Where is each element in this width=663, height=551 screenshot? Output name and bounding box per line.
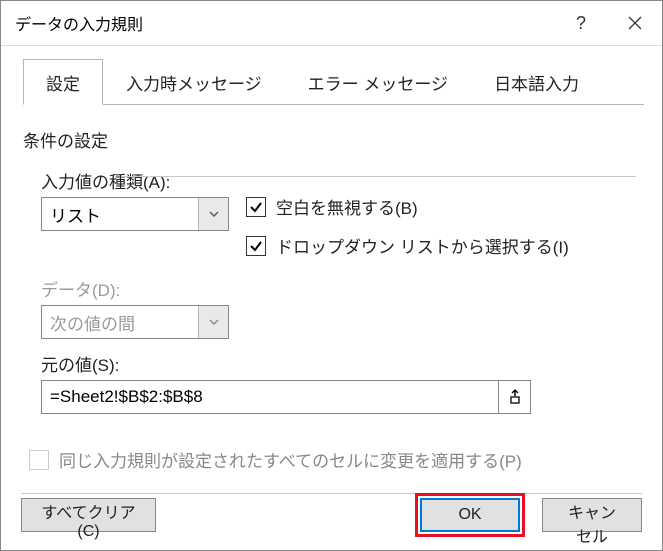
data-validation-dialog: データの入力規則 ? 設定 入力時メッセージ エラー メッセージ 日本語入力 条… <box>0 0 663 551</box>
criteria-group-label: 条件の設定 <box>23 127 644 152</box>
content-area: 設定 入力時メッセージ エラー メッセージ 日本語入力 条件の設定 入力値の種類… <box>1 46 662 550</box>
source-input[interactable] <box>41 380 499 414</box>
clear-all-button[interactable]: すべてクリア(C) <box>21 498 156 532</box>
help-button[interactable]: ? <box>554 1 608 45</box>
button-bar: すべてクリア(C) OK キャンセル <box>1 492 662 550</box>
tab-ime-mode[interactable]: 日本語入力 <box>471 59 602 105</box>
allow-combo[interactable]: リスト <box>41 197 229 231</box>
allow-label: 入力値の種類(A): <box>41 168 246 193</box>
help-icon: ? <box>576 13 586 34</box>
ok-button[interactable]: OK <box>420 498 520 532</box>
incell-dropdown-label: ドロップダウン リストから選択する(I) <box>276 233 569 258</box>
range-picker-button[interactable] <box>499 380 531 414</box>
chevron-down-icon <box>209 211 219 217</box>
allow-combo-value: リスト <box>42 202 198 227</box>
data-combo-button <box>198 306 228 338</box>
check-icon <box>246 197 266 217</box>
titlebar: データの入力規則 ? <box>1 1 662 46</box>
collapse-dialog-icon <box>508 389 522 405</box>
ignore-blank-checkbox[interactable]: 空白を無視する(B) <box>246 194 569 219</box>
tab-strip: 設定 入力時メッセージ エラー メッセージ 日本語入力 <box>23 58 644 105</box>
tab-input-message[interactable]: 入力時メッセージ <box>103 59 285 105</box>
data-label: データ(D): <box>41 276 640 301</box>
check-icon <box>246 236 266 256</box>
cancel-button[interactable]: キャンセル <box>542 498 642 532</box>
close-icon <box>628 16 642 30</box>
checkbox-icon <box>29 450 49 470</box>
window-title: データの入力規則 <box>15 11 554 35</box>
close-button[interactable] <box>608 1 662 45</box>
criteria-group-line <box>121 176 636 177</box>
chevron-down-icon <box>209 319 219 325</box>
tab-error-alert[interactable]: エラー メッセージ <box>285 59 471 105</box>
tab-settings[interactable]: 設定 <box>23 59 103 105</box>
data-combo: 次の値の間 <box>41 305 229 339</box>
data-combo-value: 次の値の間 <box>42 310 198 335</box>
apply-all-label: 同じ入力規則が設定されたすべてのセルに変更を適用する(P) <box>59 447 522 472</box>
incell-dropdown-checkbox[interactable]: ドロップダウン リストから選択する(I) <box>246 233 569 258</box>
allow-combo-button[interactable] <box>198 198 228 230</box>
source-label: 元の値(S): <box>41 351 640 376</box>
ignore-blank-label: 空白を無視する(B) <box>276 194 418 219</box>
apply-all-checkbox: 同じ入力規則が設定されたすべてのセルに変更を適用する(P) <box>29 447 522 472</box>
